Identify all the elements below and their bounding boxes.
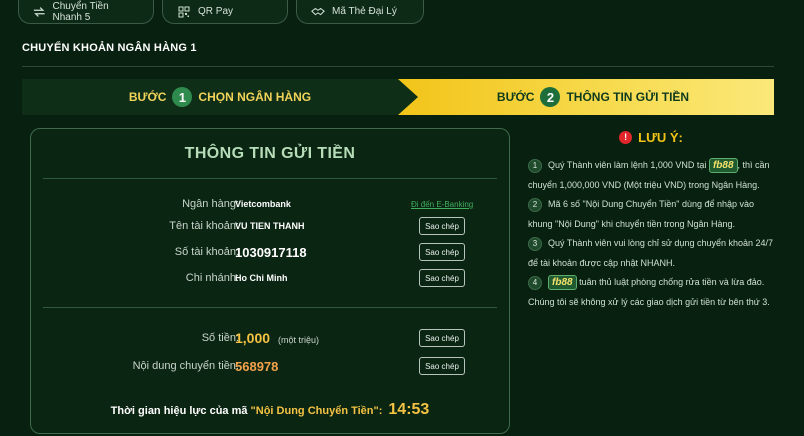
branch-label: Chi nhánh: — [185, 272, 239, 284]
step-label: CHỌN NGÂN HÀNG — [198, 90, 312, 104]
copy-account-number-button[interactable]: Sao chép — [419, 243, 465, 261]
transfer-content-row: Nội dung chuyển tiền: 568978 Sao chép — [31, 357, 509, 377]
note-item: 4 fb88 tuân thủ luật phòng chống rửa tiền… — [528, 273, 774, 312]
notes-header: ! LƯU Ý: — [528, 128, 774, 146]
code-validity-timer: Thời gian hiệu lực của mã "Nội Dung Chuy… — [31, 401, 509, 419]
brand-logo: fb88 — [708, 158, 738, 173]
account-name-row: Tên tài khoản: VU TIEN THANH Sao chép — [31, 217, 509, 237]
brand-logo: fb88 — [548, 275, 577, 290]
qr-code-icon — [178, 6, 190, 17]
note-number: 3 — [528, 236, 542, 251]
step-1[interactable]: BƯỚC 1 CHỌN NGÂN HÀNG — [22, 79, 418, 115]
branch-value: Ho Chi Minh — [235, 273, 288, 283]
branch-row: Chi nhánh: Ho Chi Minh Sao chép — [31, 269, 509, 289]
account-number-value: 1030917118 — [235, 245, 307, 260]
step-prefix: BƯỚC — [128, 90, 167, 104]
note-item: 3 Quý Thành viên vui lòng chỉ sử dụng chu… — [528, 234, 774, 273]
account-number-label: Số tài khoản: — [174, 246, 239, 258]
tab-label: Chuyển Tiền Nhanh 5 — [52, 0, 109, 23]
ebanking-link[interactable]: Đi đến E-Banking — [411, 200, 473, 209]
account-number-row: Số tài khoản: 1030917118 Sao chép — [31, 243, 509, 263]
payment-method-tabs: Chuyển Tiền Nhanh 5 QR Pay Mã Thẻ Đại Lý — [18, 0, 424, 24]
copy-transfer-content-button[interactable]: Sao chép — [419, 357, 465, 375]
tab-qr-pay[interactable]: QR Pay — [162, 0, 288, 24]
step-number: 1 — [172, 87, 193, 107]
note-number: 1 — [528, 158, 542, 173]
notes-title: LƯU Ý: — [638, 129, 683, 145]
section-divider — [22, 66, 774, 67]
bank-label: Ngân hàng: — [182, 198, 239, 210]
copy-account-name-button[interactable]: Sao chép — [419, 217, 465, 235]
transfer-icon — [33, 6, 45, 17]
note-item: 1 Quý Thành viên làm lệnh 1,000 VND tại f… — [528, 156, 774, 195]
transfer-content-label: Nội dung chuyển tiền: — [132, 360, 239, 372]
panel-title: THÔNG TIN GỬI TIỀN — [184, 145, 356, 162]
step-prefix: BƯỚC — [496, 90, 535, 104]
amount-unit: (một triệu) — [278, 335, 320, 345]
copy-branch-button[interactable]: Sao chép — [419, 269, 465, 287]
note-text: Quý Thành viên làm lệnh 1,000 VND tại — [548, 160, 709, 170]
amount-label: Số tiền: — [201, 332, 239, 344]
panel-divider — [43, 307, 497, 308]
note-text: Mã 6 số "Nội Dung Chuyển Tiền" dùng để n… — [528, 199, 755, 229]
step-number: 2 — [540, 87, 561, 107]
amount-value: 1,000 — [235, 330, 271, 346]
bank-value: Vietcombank — [235, 199, 291, 209]
timer-text: Thời gian hiệu lực của mã — [110, 405, 251, 417]
transfer-content-value: 568978 — [235, 359, 279, 374]
note-item: 2 Mã 6 số "Nội Dung Chuyển Tiền" dùng để … — [528, 195, 774, 234]
bank-row: Ngân hàng: Vietcombank Đi đến E-Banking — [31, 195, 509, 215]
panel-divider — [43, 178, 497, 179]
deposit-info-panel: THÔNG TIN GỬI TIỀN Ngân hàng: Vietcomban… — [30, 128, 510, 434]
notes-section: ! LƯU Ý: 1 Quý Thành viên làm lệnh 1,000 … — [528, 128, 774, 312]
timer-countdown: 14:53 — [388, 401, 430, 418]
note-number: 2 — [528, 197, 542, 212]
copy-amount-button[interactable]: Sao chép — [419, 329, 465, 347]
amount-value-wrap: 1,000 (một triệu) — [235, 330, 319, 346]
amount-row: Số tiền: 1,000 (một triệu) Sao chép — [31, 329, 509, 349]
tab-agent-card[interactable]: Mã Thẻ Đại Lý — [296, 0, 424, 24]
note-text: Quý Thành viên vui lòng chỉ sử dụng chuy… — [528, 238, 774, 268]
steps-bar: BƯỚC 1 CHỌN NGÂN HÀNG BƯỚC 2 THÔNG TIN G… — [22, 79, 774, 115]
tab-label: QR Pay — [198, 6, 234, 17]
step-label: THÔNG TIN GỬI TIỀN — [566, 90, 690, 104]
tab-quick-transfer[interactable]: Chuyển Tiền Nhanh 5 — [18, 0, 154, 24]
account-name-value: VU TIEN THANH — [235, 221, 305, 231]
section-title: CHUYỂN KHOẢN NGÂN HÀNG 1 — [22, 42, 197, 54]
note-number: 4 — [528, 275, 542, 290]
timer-code-label: "Nội Dung Chuyển Tiền": — [250, 405, 383, 417]
warning-icon: ! — [619, 130, 633, 144]
tab-label: Mã Thẻ Đại Lý — [332, 6, 397, 17]
step-2: BƯỚC 2 THÔNG TIN GỬI TIỀN — [398, 79, 774, 115]
handshake-icon — [311, 7, 325, 15]
account-name-label: Tên tài khoản: — [169, 220, 239, 232]
